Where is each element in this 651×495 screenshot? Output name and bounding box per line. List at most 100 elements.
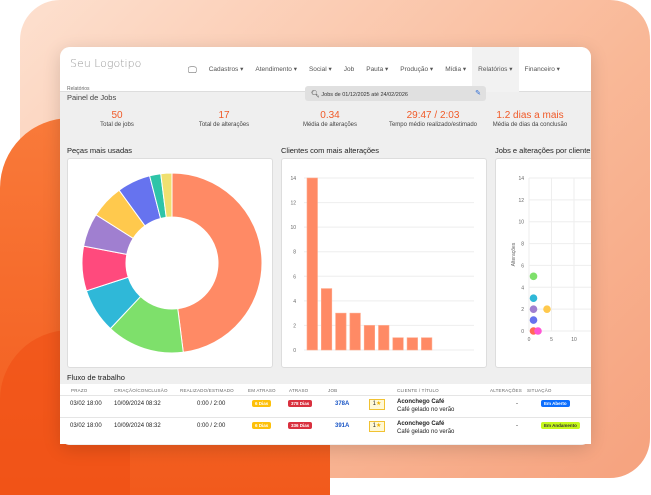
bar (378, 325, 390, 351)
y-tick-label: 12 (290, 201, 296, 207)
scatter-point (534, 327, 542, 335)
y-tick-label: 12 (518, 198, 524, 204)
job-link[interactable]: 391A (335, 423, 349, 429)
y-tick-label: 10 (518, 220, 524, 226)
y-tick-label: 14 (290, 176, 296, 182)
col-cliente[interactable]: CLIENTE / TÍTULO (397, 388, 439, 393)
rating-badge: 1★ (369, 421, 385, 432)
donut-chart (81, 172, 263, 354)
scatter-point (543, 305, 551, 313)
scatter-point (529, 305, 538, 313)
y-tick-label: 10 (290, 225, 296, 231)
y-tick-label: 8 (293, 250, 296, 256)
y-axis-label: Alterações (511, 242, 517, 266)
divider (60, 417, 591, 418)
bar (392, 337, 404, 351)
y-tick-label: 2 (521, 307, 524, 313)
cell-alteracoes: - (516, 423, 518, 429)
cell-alteracoes: - (516, 401, 518, 407)
col-realizado[interactable]: REALIZADO/ESTIMADO (180, 388, 234, 393)
kpi-value: 17 (218, 110, 230, 121)
kpi-label: Total de alterações (198, 122, 250, 128)
y-tick-label: 0 (521, 329, 524, 335)
pie-panel (67, 158, 273, 368)
y-tick-label: 14 (518, 176, 524, 182)
star-icon: ★ (375, 423, 382, 429)
kpi-total-alteracoes: 17 Total de alterações (169, 110, 279, 128)
y-tick-label: 8 (521, 242, 524, 248)
cell-prazo: 03/02 18:00 (70, 401, 102, 407)
cell-cliente: Aconchego Café (397, 399, 445, 405)
cell-titulo: Café gelado no verão (397, 429, 455, 435)
kpi-media-alteracoes: 0.34 Média de alterações (275, 110, 385, 128)
cell-titulo: Café gelado no verão (397, 407, 455, 413)
y-tick-label: 6 (293, 274, 296, 280)
status-badge: Em Aberto (541, 400, 570, 407)
cell-criacao: 10/09/2024 08:32 (114, 401, 161, 407)
bar (406, 337, 418, 351)
col-prazo[interactable]: PRAZO (71, 388, 88, 393)
kpi-value: 0.34 (320, 110, 340, 121)
star-icon: ★ (375, 401, 382, 407)
breadcrumb[interactable]: Relatórios (67, 86, 90, 92)
kpi-total-jobs: 50 Total de jobs (62, 110, 172, 128)
bar (349, 312, 361, 351)
cell-prazo: 03/02 18:00 (70, 423, 102, 429)
date-filter-text: Jobs de 01/12/2025 até 24/02/2026 (321, 92, 408, 98)
pencil-icon[interactable]: ✎ (475, 89, 481, 97)
content: Relatórios Painel de Jobs 🔍︎ Jobs de 01/… (60, 0, 591, 445)
kpi-value: 50 (111, 110, 123, 121)
kpi-label: Média de alterações (302, 122, 358, 128)
y-tick-label: 4 (293, 299, 296, 305)
cell-realizado: 0:00 / 2:00 (197, 401, 226, 407)
bar (335, 312, 347, 351)
bar (421, 337, 433, 351)
col-job[interactable]: JOB (328, 388, 337, 393)
col-em-atraso[interactable]: EM ATRASO (248, 388, 276, 393)
y-tick-label: 2 (293, 323, 296, 329)
section-title-bar: Clientes com mais alterações (281, 146, 379, 155)
col-criacao[interactable]: CRIAÇÃO/CONCLUSÃO (114, 388, 168, 393)
kpi-media-dias: 1.2 dias a mais Média de dias da conclusã… (475, 110, 585, 128)
divider (60, 395, 591, 396)
kpi-label: Total de jobs (100, 122, 134, 128)
x-tick-label: 10 (571, 337, 577, 343)
scatter-point (529, 316, 538, 324)
atraso-badge: 378 Dias (288, 400, 313, 407)
col-alteracoes[interactable]: ALTERAÇÕES (490, 388, 522, 393)
section-title-flow: Fluxo de trabalho (67, 373, 125, 382)
cell-realizado: 0:00 / 2:00 (197, 423, 226, 429)
cell-criacao: 10/09/2024 08:32 (114, 423, 161, 429)
x-tick-label: 0 (528, 337, 531, 343)
section-title-pie: Peças mais usadas (67, 146, 133, 155)
search-icon: 🔍︎ (311, 91, 320, 98)
scatter-panel: 0 2 4 6 8 10 12 14 0 5 10 Alterações (495, 158, 591, 368)
bar-chart: 0 2 4 6 8 10 12 14 (290, 176, 474, 354)
y-tick-label: 0 (293, 348, 296, 354)
date-filter[interactable]: 🔍︎ Jobs de 01/12/2025 até 24/02/2026 ✎ (305, 86, 486, 101)
donut-slice (171, 172, 263, 353)
kpi-value: 1.2 dias a mais (496, 110, 564, 121)
bar (320, 288, 333, 351)
col-situacao[interactable]: SITUAÇÃO (527, 388, 552, 393)
scatter-chart: 0 2 4 6 8 10 12 14 0 5 10 Alterações (511, 176, 591, 343)
x-tick-label: 5 (550, 337, 553, 343)
y-tick-label: 6 (521, 263, 524, 269)
cell-cliente: Aconchego Café (397, 421, 445, 427)
section-title-scatter: Jobs e alterações por cliente (495, 146, 591, 155)
kpi-tempo-medio: 29:47 / 2:03 Tempo médio realizado/estima… (378, 110, 488, 128)
kpi-value: 29:47 / 2:03 (406, 110, 460, 121)
em-atraso-badge: 6 Dias (252, 400, 272, 407)
workflow-table: PRAZO CRIAÇÃO/CONCLUSÃO REALIZADO/ESTIMA… (60, 384, 591, 444)
page-title: Painel de Jobs (67, 93, 117, 102)
y-tick-label: 4 (521, 285, 524, 291)
bar (363, 325, 375, 351)
atraso-badge: 336 Dias (288, 422, 313, 429)
job-link[interactable]: 378A (335, 401, 349, 407)
scatter-point (529, 294, 538, 303)
bar (306, 177, 318, 351)
em-atraso-badge: 6 Dias (252, 422, 272, 429)
col-atraso[interactable]: ATRASO (289, 388, 308, 393)
bar-panel: 0 2 4 6 8 10 12 14 (281, 158, 487, 368)
kpi-label: Tempo médio realizado/estimado (388, 122, 478, 128)
